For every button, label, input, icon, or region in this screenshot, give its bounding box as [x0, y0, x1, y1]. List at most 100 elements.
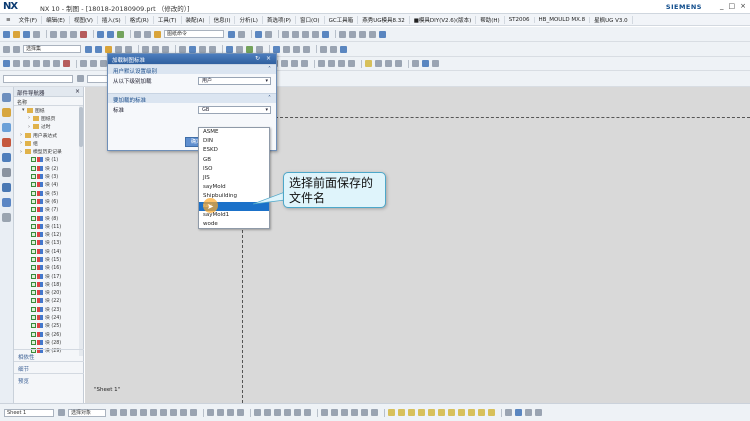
menu-icon[interactable] — [3, 45, 10, 53]
yellow-parts-list-icon[interactable] — [428, 409, 435, 416]
roles-icon[interactable] — [2, 213, 11, 222]
angular-dim-icon[interactable] — [264, 409, 271, 416]
dropdown-icon[interactable] — [238, 30, 245, 38]
trim-icon[interactable] — [338, 60, 345, 67]
menu-analysis[interactable]: 分析(L) — [235, 15, 263, 24]
yellow-image-icon[interactable] — [458, 409, 465, 416]
curve-icon[interactable] — [339, 30, 346, 38]
tree-folder-item[interactable]: ▾ 图纸 — [14, 106, 80, 114]
group-user-defaults-level[interactable]: 用户默认设置级别 ˄ — [108, 64, 276, 75]
csys-icon[interactable] — [303, 45, 310, 53]
extend-icon[interactable] — [348, 60, 355, 67]
centerline-icon[interactable] — [312, 30, 319, 38]
dropdown-option[interactable]: ASME — [199, 128, 269, 137]
weld-icon[interactable] — [341, 409, 348, 416]
dependencies-panel[interactable]: 相依性 — [14, 349, 84, 361]
yellow-balloon-icon[interactable] — [418, 409, 425, 416]
select-icon[interactable] — [85, 45, 92, 53]
visibility-checkbox[interactable] — [31, 331, 36, 337]
copy-icon[interactable] — [60, 30, 67, 38]
tree-feature-item[interactable]: 块 (13) — [14, 239, 80, 247]
sketch-icon[interactable] — [320, 45, 327, 53]
yellow-table-icon[interactable] — [388, 409, 395, 416]
part-navigator-icon[interactable] — [2, 108, 11, 117]
dialog-titlebar[interactable]: 加载制图标准 ↻ × — [108, 54, 276, 64]
id-symbol-icon[interactable] — [371, 409, 378, 416]
dropdown-option[interactable]: GB — [199, 156, 269, 165]
visibility-checkbox[interactable] — [31, 232, 36, 238]
menu-view[interactable]: 视图(V) — [70, 15, 98, 24]
offset-tool-icon[interactable] — [237, 409, 244, 416]
visibility-checkbox[interactable] — [31, 265, 36, 271]
hole-icon[interactable] — [412, 60, 419, 67]
visibility-checkbox[interactable] — [31, 223, 36, 229]
symbol-icon[interactable] — [302, 30, 309, 38]
view-orient-icon[interactable] — [95, 45, 102, 53]
visibility-checkbox[interactable] — [31, 323, 36, 329]
tree-feature-item[interactable]: 块 (18) — [14, 280, 80, 288]
play-icon[interactable] — [515, 409, 522, 416]
visibility-checkbox[interactable] — [31, 306, 36, 312]
tree-feature-item[interactable]: 块 (16) — [14, 264, 80, 272]
menu-st2006[interactable]: ST2006 — [505, 16, 535, 23]
constraint-icon[interactable] — [207, 409, 214, 416]
menu-info[interactable]: 信息(I) — [210, 15, 236, 24]
layer-icon[interactable] — [179, 45, 186, 53]
print-icon[interactable] — [255, 30, 262, 38]
settings-icon[interactable] — [432, 60, 439, 67]
orient-icon[interactable] — [80, 60, 87, 67]
menu-hamburger-icon[interactable]: ≡ — [2, 17, 15, 23]
visibility-checkbox[interactable] — [31, 198, 36, 204]
settings-dropdown-icon[interactable] — [535, 409, 542, 416]
navigator-column-header[interactable]: 名称 — [14, 97, 83, 106]
tree-feature-item[interactable]: 块 (5) — [14, 189, 80, 197]
show-icon[interactable] — [209, 45, 216, 53]
fit-icon[interactable] — [162, 45, 169, 53]
menu-gc-toolbox[interactable]: GC工具箱 — [325, 15, 359, 24]
search-icon[interactable] — [228, 30, 235, 38]
circle-icon[interactable] — [130, 409, 137, 416]
radius-dim-icon[interactable] — [274, 409, 281, 416]
pan-icon[interactable] — [152, 45, 159, 53]
edit-icon[interactable] — [330, 45, 337, 53]
tree-feature-item[interactable]: 块 (17) — [14, 272, 80, 280]
yellow-label-icon[interactable] — [408, 409, 415, 416]
redo-icon[interactable] — [107, 30, 114, 38]
annotation-icon[interactable] — [321, 409, 328, 416]
center-icon[interactable] — [281, 60, 288, 67]
menu-help[interactable]: 帮助(H) — [476, 15, 505, 24]
dropdown-option[interactable]: ESKD — [199, 146, 269, 155]
snap-icon[interactable] — [105, 45, 112, 53]
check-icon[interactable] — [246, 45, 253, 53]
forward-icon[interactable] — [525, 409, 532, 416]
line-tool-icon[interactable] — [110, 409, 117, 416]
palette-icon[interactable] — [2, 183, 11, 192]
tree-feature-item[interactable]: 块 (20) — [14, 289, 80, 297]
rotate-icon[interactable] — [90, 60, 97, 67]
filter-icon[interactable] — [115, 45, 122, 53]
visibility-checkbox[interactable] — [31, 165, 36, 171]
tree-feature-item[interactable]: 块 (15) — [14, 255, 80, 263]
layout-icon[interactable] — [134, 30, 141, 38]
rectangle-icon[interactable] — [150, 409, 157, 416]
ordinate-dim-icon[interactable] — [304, 409, 311, 416]
gear-icon[interactable] — [2, 93, 11, 102]
menu-preferences[interactable]: 首选项(P) — [263, 15, 296, 24]
datum-icon[interactable] — [293, 45, 300, 53]
dropdown-option[interactable]: JIS — [199, 174, 269, 183]
chain-dim-icon[interactable] — [284, 409, 291, 416]
dropdown-option[interactable]: ISO — [199, 165, 269, 174]
clock-icon[interactable] — [2, 198, 11, 207]
tree-folder-item[interactable]: › 组 — [14, 139, 80, 147]
menu-edit[interactable]: 编辑(E) — [42, 15, 70, 24]
dropdown-icon[interactable] — [58, 409, 65, 416]
visibility-checkbox[interactable] — [31, 256, 36, 262]
surface-finish-icon[interactable] — [331, 409, 338, 416]
visibility-checkbox[interactable] — [31, 339, 36, 345]
section-view-icon[interactable] — [43, 60, 50, 67]
menu-xingfeng[interactable]: 星枫UG V3.0 — [590, 15, 633, 24]
tree-feature-item[interactable]: 块 (28) — [14, 338, 80, 346]
selection-filter-combo[interactable]: 选择集 — [23, 45, 81, 53]
maximize-icon[interactable]: □ — [729, 2, 736, 10]
visibility-checkbox[interactable] — [31, 174, 36, 180]
